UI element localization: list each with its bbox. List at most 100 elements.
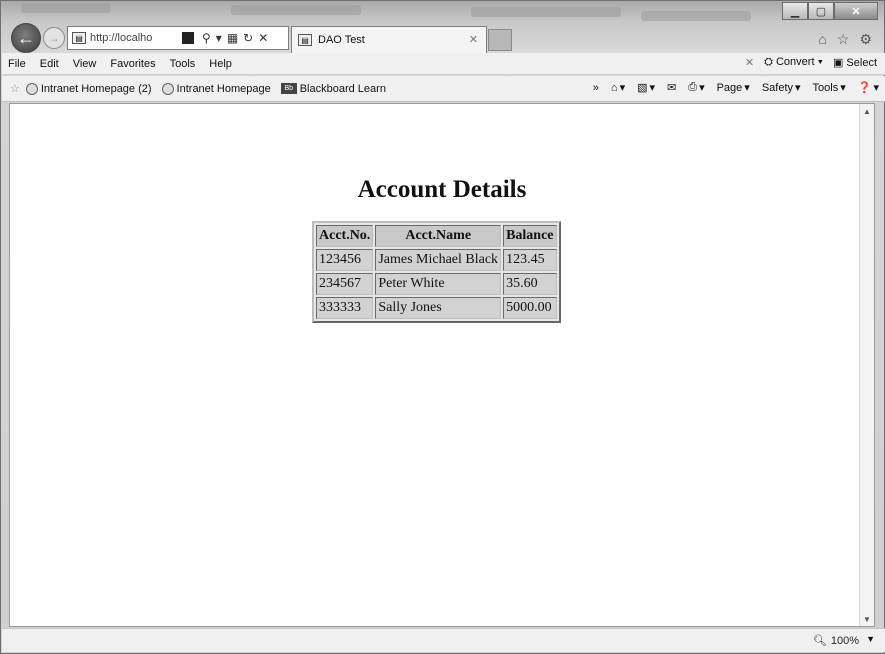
- favorite-link-intranet[interactable]: Intranet Homepage: [161, 82, 271, 95]
- home-icon[interactable]: ⌂: [818, 31, 826, 48]
- convert-toolbar: ✕ ⛭ Convert ▾ ▣ Select: [745, 56, 877, 69]
- address-tools: ⚲ ▾ ▦ ↻ ✕: [202, 31, 268, 45]
- mail-button[interactable]: ✉: [667, 81, 676, 94]
- new-tab-button[interactable]: [488, 29, 512, 51]
- column-header: Acct.No.: [316, 225, 374, 247]
- convert-label: Convert: [775, 56, 815, 68]
- zoom-level: 100%: [830, 634, 859, 647]
- title-bar: ▁ ▢ ✕ ← → ▤ ⚲ ▾ ▦ ↻ ✕ ▤ DAO Test ✕ ⌂: [1, 1, 884, 53]
- gear-icon[interactable]: ⚙: [859, 31, 872, 48]
- zoom-icon: 🔍︎: [812, 635, 827, 647]
- menu-tools[interactable]: Tools: [170, 58, 196, 70]
- table-cell: 123456: [316, 249, 374, 271]
- page-icon: ▤: [72, 32, 86, 44]
- browser-icons: ⌂ ☆ ⚙: [818, 31, 872, 48]
- blurred-background: [471, 7, 621, 17]
- mail-icon: ✉: [667, 82, 677, 94]
- table-cell: 333333: [316, 297, 374, 319]
- safety-menu-label: Safety: [761, 81, 794, 94]
- scroll-up-arrow-icon[interactable]: ▲: [860, 104, 874, 118]
- column-header: Balance: [503, 225, 557, 247]
- vertical-scrollbar[interactable]: ▲ ▼: [859, 104, 874, 626]
- compatibility-icon[interactable]: ▦: [227, 31, 238, 45]
- address-bar[interactable]: ▤ ⚲ ▾ ▦ ↻ ✕: [67, 26, 289, 50]
- more-icon[interactable]: »: [593, 82, 599, 94]
- menu-favorites[interactable]: Favorites: [110, 58, 155, 70]
- table-cell: Sally Jones: [375, 297, 502, 319]
- tab-title: DAO Test: [318, 34, 365, 46]
- address-input[interactable]: [90, 32, 178, 44]
- table-header-row: Acct.No. Acct.Name Balance: [316, 225, 557, 247]
- maximize-button[interactable]: ▢: [808, 2, 834, 20]
- favorite-label: Intranet Homepage (2): [40, 82, 152, 95]
- forward-button[interactable]: →: [43, 27, 65, 49]
- select-button[interactable]: ▣ Select: [833, 56, 877, 69]
- rss-icon: ▧: [637, 82, 648, 94]
- tab-close-icon[interactable]: ✕: [469, 33, 478, 46]
- globe-icon: [161, 82, 174, 95]
- zoom-control[interactable]: 🔍︎ 100%: [812, 634, 859, 648]
- back-button[interactable]: ←: [11, 23, 41, 53]
- favorites-star-icon[interactable]: ☆: [10, 82, 20, 95]
- favorite-label: Blackboard Learn: [299, 82, 386, 95]
- print-button[interactable]: ⎙ ▾: [688, 81, 704, 94]
- home-icon: ⌂: [610, 81, 618, 94]
- select-label: Select: [846, 57, 877, 69]
- feeds-button[interactable]: ▧ ▾: [637, 81, 655, 94]
- browser-window: ▁ ▢ ✕ ← → ▤ ⚲ ▾ ▦ ↻ ✕ ▤ DAO Test ✕ ⌂: [0, 0, 885, 654]
- status-bar: 🔍︎ 100% ▼: [2, 628, 885, 652]
- search-icon[interactable]: ⚲: [202, 31, 211, 45]
- close-toolbar-icon[interactable]: ✕: [745, 56, 754, 69]
- table-cell: 35.60: [503, 273, 557, 295]
- table-cell: Peter White: [375, 273, 502, 295]
- favorites-star-icon[interactable]: ☆: [837, 31, 850, 48]
- printer-icon: ⎙: [688, 81, 698, 93]
- favorite-label: Intranet Homepage: [176, 82, 271, 95]
- dropdown-icon[interactable]: ▾: [216, 31, 222, 45]
- select-icon: ▣: [832, 57, 844, 69]
- favorite-link-intranet-2[interactable]: Intranet Homepage (2): [25, 82, 152, 95]
- table-cell: 5000.00: [503, 297, 557, 319]
- table-cell: James Michael Black: [375, 249, 502, 271]
- window-controls: ▁ ▢ ✕: [782, 2, 878, 20]
- zoom-dropdown-icon[interactable]: ▼: [866, 634, 875, 644]
- tab-dao-test[interactable]: ▤ DAO Test ✕: [291, 26, 487, 53]
- menu-help[interactable]: Help: [209, 58, 232, 70]
- compat-view-icon[interactable]: [182, 32, 194, 44]
- page-menu[interactable]: Page ▾: [716, 81, 750, 95]
- convert-button[interactable]: ⛭ Convert ▾: [764, 56, 823, 69]
- favorite-link-blackboard[interactable]: Bb Blackboard Learn: [280, 82, 386, 95]
- table-row: 234567 Peter White 35.60: [316, 273, 557, 295]
- favorites-bar: ☆ Intranet Homepage (2) Intranet Homepag…: [2, 76, 885, 102]
- blurred-background: [21, 3, 111, 13]
- table-cell: 234567: [316, 273, 374, 295]
- convert-icon: ⛭: [764, 56, 773, 68]
- table-row: 123456 James Michael Black 123.45: [316, 249, 557, 271]
- command-bar: » ⌂ ▾ ▧ ▾ ✉ ⎙ ▾ Page ▾ Safety ▾ Tools ▾ …: [593, 81, 879, 94]
- table-cell: 123.45: [503, 249, 557, 271]
- menu-edit[interactable]: Edit: [40, 58, 59, 70]
- safety-menu[interactable]: Safety ▾: [761, 81, 801, 95]
- tools-menu[interactable]: Tools ▾: [812, 81, 846, 95]
- column-header: Acct.Name: [375, 225, 502, 247]
- tools-menu-label: Tools: [812, 81, 839, 94]
- table-row: 333333 Sally Jones 5000.00: [316, 297, 557, 319]
- menu-file[interactable]: File: [8, 58, 26, 70]
- page-content: Account Details Acct.No. Acct.Name Balan…: [9, 103, 875, 627]
- refresh-icon[interactable]: ↻: [243, 31, 253, 45]
- page-icon: ▤: [298, 34, 312, 46]
- minimize-button[interactable]: ▁: [782, 2, 808, 20]
- scroll-down-arrow-icon[interactable]: ▼: [860, 612, 874, 626]
- close-button[interactable]: ✕: [834, 2, 878, 20]
- menu-bar: File Edit View Favorites Tools Help ✕ ⛭ …: [2, 53, 885, 75]
- page-title: Account Details: [357, 176, 527, 203]
- forward-arrow-icon: →: [48, 31, 60, 45]
- back-arrow-icon: ←: [17, 27, 35, 48]
- help-button[interactable]: ❓ ▾: [858, 81, 879, 94]
- menu-view[interactable]: View: [73, 58, 97, 70]
- globe-icon: [25, 82, 38, 95]
- home-button[interactable]: ⌂ ▾: [610, 81, 625, 95]
- page-menu-label: Page: [716, 81, 743, 94]
- stop-icon[interactable]: ✕: [258, 31, 268, 45]
- help-icon: ❓: [857, 82, 872, 94]
